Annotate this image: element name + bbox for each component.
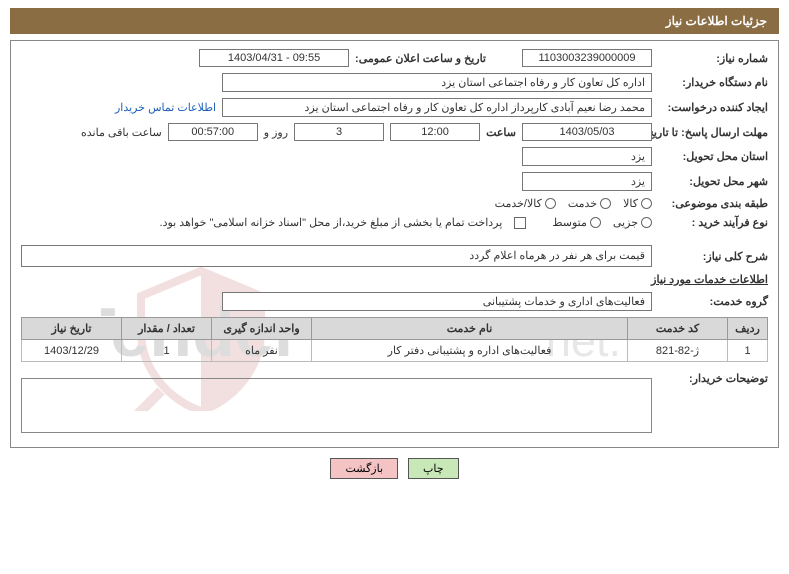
process-label: نوع فرآیند خرید :	[658, 216, 768, 229]
page-header: جزئیات اطلاعات نیاز	[10, 8, 779, 34]
announce-value: 1403/04/31 - 09:55	[199, 49, 349, 67]
radio-both-label: کالا/خدمت	[495, 197, 542, 210]
cell-date: 1403/12/29	[22, 340, 122, 362]
general-desc-label: شرح کلی نیاز:	[658, 250, 768, 263]
cell-qty: 1	[122, 340, 212, 362]
city-label: شهر محل تحویل:	[658, 175, 768, 188]
days-label: روز و	[264, 126, 288, 139]
city-value: یزد	[522, 172, 652, 191]
buyer-contact-link[interactable]: اطلاعات تماس خریدار	[115, 101, 216, 114]
th-unit: واحد اندازه گیری	[212, 318, 312, 340]
buyer-org-label: نام دستگاه خریدار:	[658, 76, 768, 89]
buyer-org-value: اداره کل تعاون کار و رفاه اجتماعی استان …	[222, 73, 652, 92]
remain-label: ساعت باقی مانده	[81, 126, 162, 139]
services-table: ردیف کد خدمت نام خدمت واحد اندازه گیری ت…	[21, 317, 768, 362]
services-heading: اطلاعات خدمات مورد نیاز	[651, 273, 768, 286]
need-no-label: شماره نیاز:	[658, 52, 768, 65]
footer-buttons: چاپ بازگشت	[0, 458, 789, 479]
days-remaining: 3	[294, 123, 384, 141]
need-no-value: 1103003239000009	[522, 49, 652, 67]
radio-kala[interactable]	[641, 198, 652, 209]
main-panel: AriaTender .net شماره نیاز: 110300323900…	[10, 40, 779, 448]
radio-khedmat-label: خدمت	[568, 197, 597, 210]
th-code: کد خدمت	[628, 318, 728, 340]
class-label: طبقه بندی موضوعی:	[658, 197, 768, 210]
treasury-checkbox[interactable]	[514, 217, 526, 229]
cell-name: فعالیت‌های اداره و پشتیبانی دفتر کار	[312, 340, 628, 362]
page-title: جزئیات اطلاعات نیاز	[666, 14, 767, 28]
group-label: گروه خدمت:	[658, 295, 768, 308]
radio-jozi-label: جزیی	[613, 216, 638, 229]
th-row: ردیف	[728, 318, 768, 340]
time-label: ساعت	[486, 126, 516, 139]
requester-label: ایجاد کننده درخواست:	[658, 101, 768, 114]
print-button[interactable]: چاپ	[408, 458, 459, 479]
announce-label: تاریخ و ساعت اعلان عمومی:	[355, 52, 486, 65]
th-date: تاریخ نیاز	[22, 318, 122, 340]
class-radio-group: کالا خدمت کالا/خدمت	[495, 197, 652, 210]
radio-both[interactable]	[545, 198, 556, 209]
treasury-note: پرداخت تمام یا بخشی از مبلغ خرید،از محل …	[160, 216, 503, 229]
radio-motavaset[interactable]	[590, 217, 601, 228]
province-value: یزد	[522, 147, 652, 166]
radio-khedmat[interactable]	[600, 198, 611, 209]
process-radio-group: جزیی متوسط	[552, 216, 652, 229]
th-name: نام خدمت	[312, 318, 628, 340]
th-qty: تعداد / مقدار	[122, 318, 212, 340]
requester-value: محمد رضا نعیم آبادی کارپرداز اداره کل تع…	[222, 98, 652, 117]
table-row: 1 ژ-82-821 فعالیت‌های اداره و پشتیبانی د…	[22, 340, 768, 362]
buyer-notes-box	[21, 378, 652, 433]
deadline-date: 1403/05/03	[522, 123, 652, 141]
radio-motavaset-label: متوسط	[552, 216, 587, 229]
general-desc-text: قیمت برای هر نفر در هرماه اعلام گردد	[469, 250, 645, 262]
group-value: فعالیت‌های اداری و خدمات پشتیبانی	[222, 292, 652, 311]
back-button[interactable]: بازگشت	[330, 458, 398, 479]
cell-row: 1	[728, 340, 768, 362]
radio-kala-label: کالا	[623, 197, 638, 210]
cell-code: ژ-82-821	[628, 340, 728, 362]
radio-jozi[interactable]	[641, 217, 652, 228]
table-header-row: ردیف کد خدمت نام خدمت واحد اندازه گیری ت…	[22, 318, 768, 340]
deadline-label: مهلت ارسال پاسخ: تا تاریخ:	[658, 126, 768, 139]
deadline-time: 12:00	[390, 123, 480, 141]
general-desc-box: قیمت برای هر نفر در هرماه اعلام گردد	[21, 245, 652, 267]
buyer-notes-label: توضیحات خریدار:	[658, 372, 768, 385]
province-label: استان محل تحویل:	[658, 150, 768, 163]
time-remaining: 00:57:00	[168, 123, 258, 141]
cell-unit: نفر ماه	[212, 340, 312, 362]
